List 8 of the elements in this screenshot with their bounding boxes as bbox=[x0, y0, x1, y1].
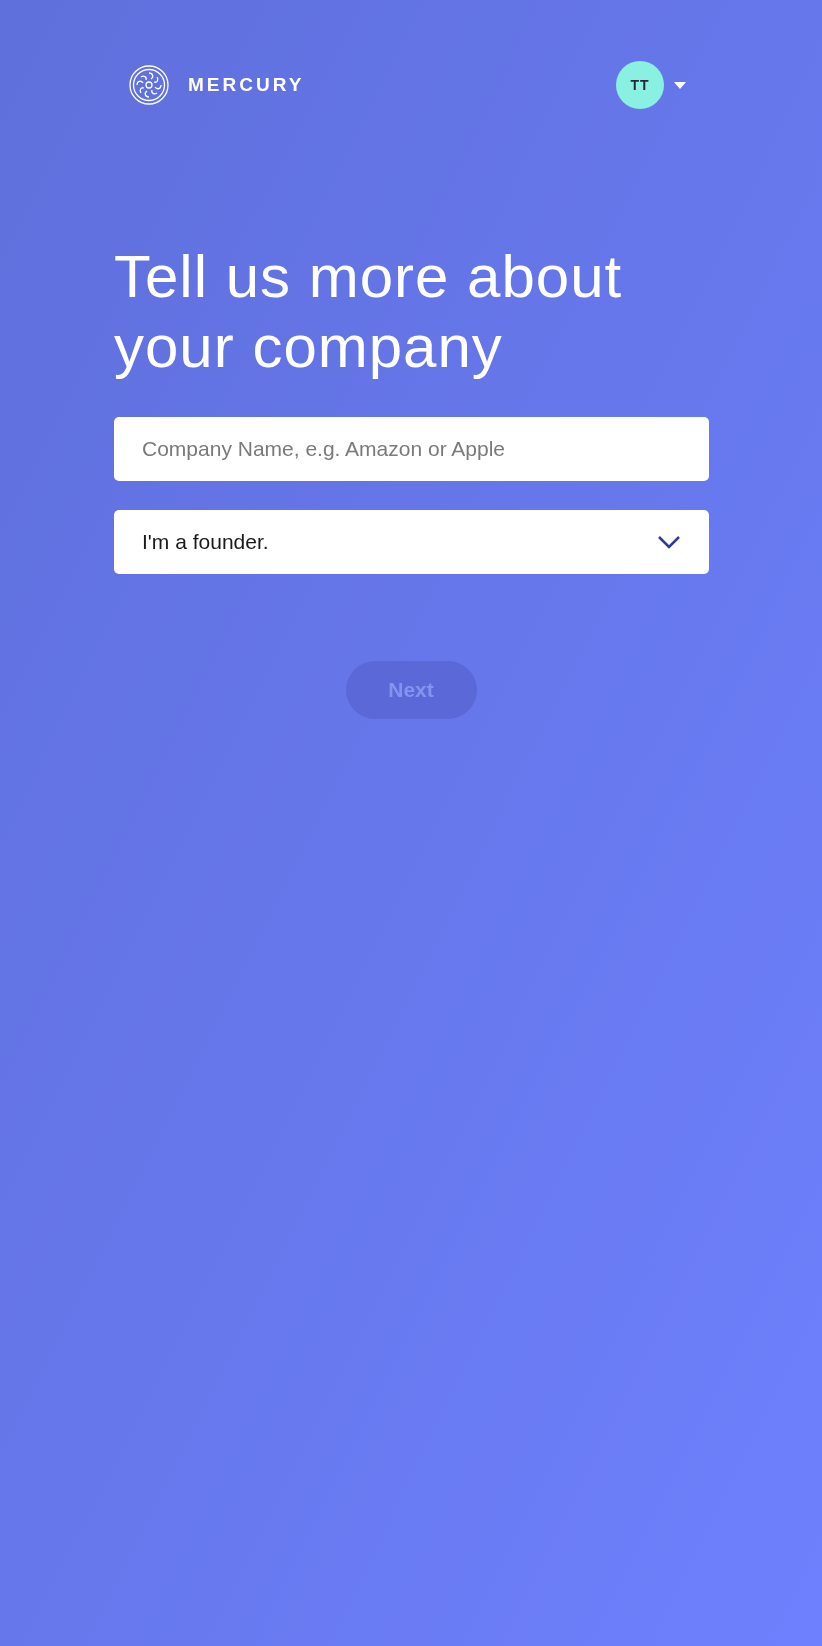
logo-icon bbox=[129, 65, 169, 105]
page-title: Tell us more about your company bbox=[114, 242, 624, 382]
company-name-field[interactable]: Company Name, e.g. Amazon or Apple bbox=[114, 417, 709, 481]
chevron-down-icon bbox=[657, 535, 681, 549]
brand-name: MERCURY bbox=[188, 72, 305, 97]
caret-icon[interactable] bbox=[674, 81, 686, 89]
user-avatar[interactable]: TT bbox=[616, 61, 664, 109]
role-dropdown[interactable]: I'm a founder. bbox=[114, 510, 709, 574]
